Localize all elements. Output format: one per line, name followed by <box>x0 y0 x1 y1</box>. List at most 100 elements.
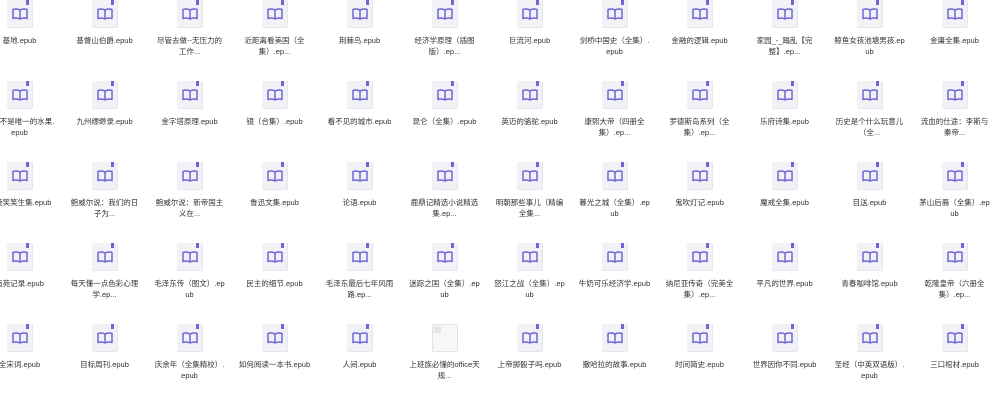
file-thumbnail <box>176 243 203 271</box>
file-item[interactable]: 乐府诗集.epub <box>742 81 827 162</box>
file-name-label: 橘子不是唯一的水果.epub <box>0 117 55 137</box>
file-item[interactable]: 民主的细节.epub <box>232 243 317 324</box>
bookmark-ribbon-icon <box>450 162 454 167</box>
file-item[interactable]: 橘子不是唯一的水果.epub <box>0 81 62 162</box>
file-thumbnail <box>91 324 118 352</box>
file-thumbnail <box>431 324 458 352</box>
file-item[interactable]: 怒江之战（全集）.epub <box>487 243 572 324</box>
file-item[interactable]: 迷踪之国（全集）.epub <box>402 243 487 324</box>
file-item[interactable]: 荆棘鸟.epub <box>317 0 402 81</box>
file-item[interactable]: 英迈的骆驼.epub <box>487 81 572 162</box>
file-item[interactable]: 时间简史.epub <box>657 324 742 405</box>
file-item[interactable]: 每天懂一点色彩心理学.ep... <box>62 243 147 324</box>
file-item[interactable]: 魔戒全集.epub <box>742 162 827 243</box>
file-item[interactable]: 人间.epub <box>317 324 402 405</box>
book-icon <box>776 251 793 263</box>
book-icon <box>266 8 283 20</box>
file-name-label: 如何阅读一本书.epub <box>238 360 311 369</box>
file-item[interactable]: 平凡的世界.epub <box>742 243 827 324</box>
file-item[interactable]: 历史是个什么玩意儿（全... <box>827 81 912 162</box>
file-item[interactable]: 青春咖啡馆.epub <box>827 243 912 324</box>
bookmark-ribbon-icon <box>875 162 879 167</box>
file-item[interactable]: 鹿鼎记精选小说精选集.ep... <box>402 162 487 243</box>
file-thumbnail <box>346 324 373 352</box>
bookmark-ribbon-icon <box>195 0 199 5</box>
bookmark-ribbon-icon <box>620 0 624 5</box>
file-item[interactable]: 尽管去做--无压力的工作... <box>147 0 232 81</box>
file-item[interactable]: 巨流河.epub <box>487 0 572 81</box>
file-item[interactable]: 目标周刊.epub <box>62 324 147 405</box>
file-item[interactable]: 毛泽东最后七年风雨路.ep... <box>317 243 402 324</box>
file-item[interactable]: 剑桥中国史（全集）.epub <box>572 0 657 81</box>
file-item[interactable]: 牛奶可乐经济学.epub <box>572 243 657 324</box>
file-name-label: 庆余年（全集精校）.epub <box>154 360 225 380</box>
file-item[interactable]: 鲁迅文集.epub <box>232 162 317 243</box>
file-item[interactable]: 鲍威尔说：新帝国主义在... <box>147 162 232 243</box>
file-thumbnail <box>431 0 458 28</box>
file-item[interactable]: 鲸鱼女孩池塘男孩.epub <box>827 0 912 81</box>
file-thumbnail <box>6 0 33 28</box>
file-item[interactable]: 明朝那些事儿（精编全集... <box>487 162 572 243</box>
bookmark-ribbon-icon <box>535 324 539 329</box>
file-item[interactable]: 兰陵笑笑生集.epub <box>0 162 62 243</box>
file-item[interactable]: 乾隆皇帝（六册全集）.ep... <box>912 243 997 324</box>
bookmark-ribbon-icon <box>25 243 29 248</box>
file-name-label: 看不见的城市.epub <box>327 117 392 126</box>
file-item[interactable]: 毛泽东传（图文）.epub <box>147 243 232 324</box>
file-item[interactable]: 鬼吹灯记.epub <box>657 162 742 243</box>
file-item[interactable]: 全宋词.epub <box>0 324 62 405</box>
book-icon <box>691 89 708 101</box>
file-item[interactable]: 上帝掷骰子吗.epub <box>487 324 572 405</box>
file-thumbnail <box>431 162 458 190</box>
file-name-label: 剑桥中国史（全集）.epub <box>579 36 650 56</box>
file-item[interactable]: 南苑记录.epub <box>0 243 62 324</box>
file-name-label: 乐府诗集.epub <box>760 117 809 126</box>
bookmark-ribbon-icon <box>875 324 879 329</box>
file-name-label: 经济学原理（插图版）.ep... <box>414 36 475 56</box>
file-item[interactable]: 经济学原理（插图版）.ep... <box>402 0 487 81</box>
file-item[interactable]: 撒哈拉的故事.epub <box>572 324 657 405</box>
file-item[interactable]: 世界因你不同.epub <box>742 324 827 405</box>
bookmark-ribbon-icon <box>620 81 624 86</box>
file-item[interactable]: 罗德斯岛系列（全集）.ep... <box>657 81 742 162</box>
file-item[interactable]: 家园_-_蹋乱【完整】.ep... <box>742 0 827 81</box>
file-name-label: 三口棺材.epub <box>930 360 979 369</box>
file-item[interactable]: 看不见的城市.epub <box>317 81 402 162</box>
file-item[interactable]: 金字塔原理.epub <box>147 81 232 162</box>
file-item[interactable]: 镜（合集）.epub <box>232 81 317 162</box>
file-item[interactable]: 康熙大帝（四册全集）.ep... <box>572 81 657 162</box>
book-icon <box>96 89 113 101</box>
file-item[interactable]: 昆仑（全集）.epub <box>402 81 487 162</box>
book-icon <box>436 8 453 20</box>
file-item[interactable]: 圣经（中英双语版）.epub <box>827 324 912 405</box>
file-item[interactable]: 纳尼亚传奇（完美全集）.ep... <box>657 243 742 324</box>
bookmark-ribbon-icon <box>875 243 879 248</box>
file-item[interactable]: 暮光之城（全集）.epub <box>572 162 657 243</box>
file-item[interactable]: 流血的仕途：李斯与秦帝... <box>912 81 997 162</box>
file-thumbnail <box>771 162 798 190</box>
book-icon <box>181 170 198 182</box>
file-item[interactable]: 庆余年（全集精校）.epub <box>147 324 232 405</box>
file-item[interactable]: 论语.epub <box>317 162 402 243</box>
file-thumbnail <box>6 81 33 109</box>
file-item[interactable]: 金融的逻辑.epub <box>657 0 742 81</box>
file-item[interactable]: 三口棺材.epub <box>912 324 997 405</box>
file-name-label: 牛奶可乐经济学.epub <box>578 279 651 288</box>
file-item[interactable]: 基督山伯爵.epub <box>62 0 147 81</box>
file-item[interactable]: 近距离看美国（全集）.ep... <box>232 0 317 81</box>
file-item[interactable]: 茅山后裔（全集）.epub <box>912 162 997 243</box>
file-item[interactable]: 基地.epub <box>0 0 62 81</box>
file-thumbnail <box>6 162 33 190</box>
bookmark-ribbon-icon <box>535 243 539 248</box>
file-thumbnail <box>91 0 118 28</box>
file-name-label: 目送.epub <box>852 198 887 207</box>
file-item[interactable]: 九州缥缈录.epub <box>62 81 147 162</box>
file-item[interactable]: 鲍威尔说：我们的日子为... <box>62 162 147 243</box>
file-item[interactable]: 目送.epub <box>827 162 912 243</box>
thumbnail-background <box>431 324 458 352</box>
file-item[interactable]: 上班族必懂的office天规... <box>402 324 487 405</box>
bookmark-ribbon-icon <box>365 324 369 329</box>
file-item[interactable]: 如何阅读一本书.epub <box>232 324 317 405</box>
book-icon <box>181 89 198 101</box>
file-item[interactable]: 金庸全集.epub <box>912 0 997 81</box>
